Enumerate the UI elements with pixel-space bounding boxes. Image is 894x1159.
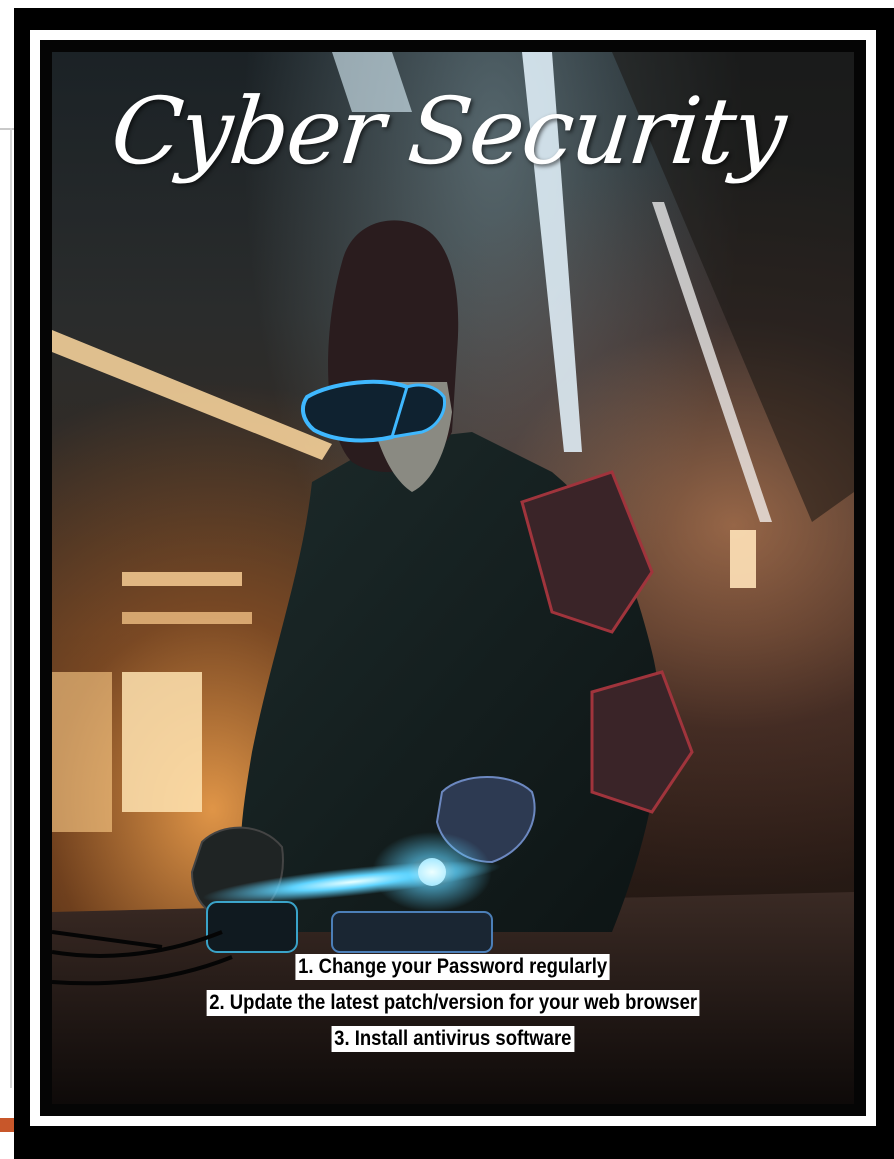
hacker-illustration [52, 52, 854, 1104]
tip-2: 2. Update the latest patch/version for y… [206, 990, 700, 1016]
tips-list: 1. Change your Password regularly 2. Upd… [52, 954, 854, 1062]
tip-3: 3. Install antivirus software [331, 1026, 575, 1052]
slide-left-line [10, 128, 12, 1088]
poster-title: Cyber Security [106, 78, 790, 185]
background-window [52, 572, 252, 832]
poster-image[interactable]: Cyber Security 1. Change your Password r… [52, 52, 854, 1104]
tip-1: 1. Change your Password regularly [295, 954, 611, 980]
